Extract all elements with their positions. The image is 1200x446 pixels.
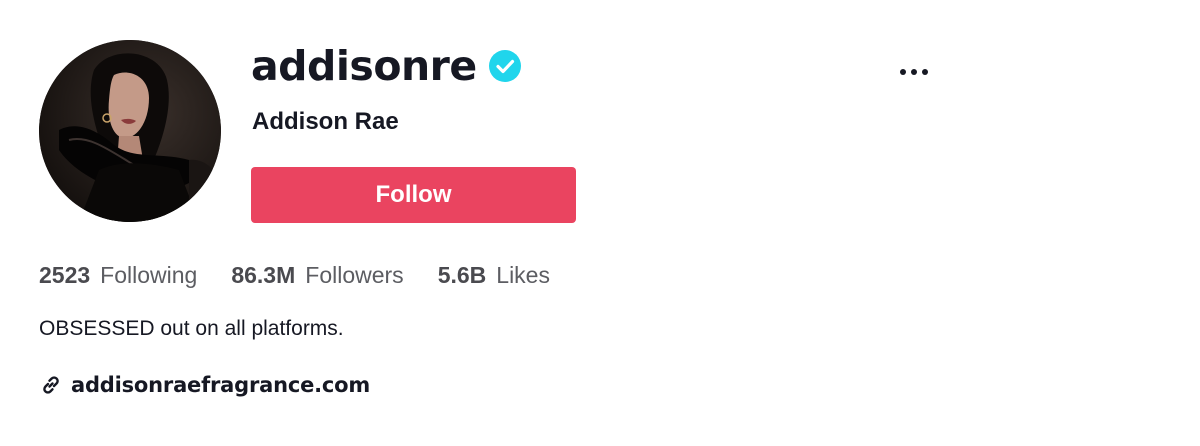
profile-link[interactable]: addisonraefragrance.com [39,369,370,401]
follow-button[interactable]: Follow [251,167,576,223]
profile-stats: 2523 Following 86.3M Followers 5.6B Like… [39,258,584,292]
more-options-icon[interactable] [892,58,936,86]
profile-header: addisonre Addison Rae Follow 2523 Follow… [0,0,1200,446]
more-dot [900,69,906,75]
more-dot [922,69,928,75]
stat-followers[interactable]: 86.3M Followers [231,258,403,292]
avatar-photo [39,40,221,222]
more-dot [911,69,917,75]
stat-likes-count: 5.6B [437,262,487,288]
stat-following[interactable]: 2523 Following [39,258,197,292]
stat-following-label: Following [100,262,198,288]
username-row: addisonre [251,38,521,94]
verified-check-icon [488,50,521,82]
stat-followers-count: 86.3M [231,262,296,288]
stat-likes: 5.6B Likes [438,258,550,292]
avatar[interactable] [39,40,221,222]
stat-followers-label: Followers [305,262,404,288]
link-chain-icon [39,373,63,397]
username: addisonre [251,42,477,90]
bio-text: OBSESSED out on all platforms. [39,317,344,340]
stat-likes-label: Likes [496,262,550,288]
stat-following-count: 2523 [39,262,91,288]
display-name: Addison Rae [252,108,399,135]
profile-link-text[interactable]: addisonraefragrance.com [71,373,370,397]
